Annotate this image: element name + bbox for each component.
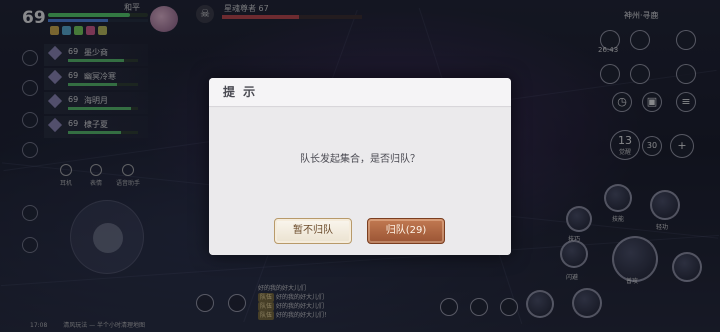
dialog-title: 提 示 — [223, 85, 258, 99]
dialog-header: 提 示 — [209, 78, 511, 107]
return-to-team-button[interactable]: 归队(29) — [367, 218, 445, 244]
dialog-message: 队长发起集合，是否归队？ — [300, 154, 420, 165]
decline-button[interactable]: 暂不归队 — [274, 218, 352, 244]
rally-dialog: 提 示 队长发起集合，是否归队？ 暂不归队 归队(29) — [209, 78, 511, 255]
dialog-body: 队长发起集合，是否归队？ 暂不归队 归队(29) — [209, 108, 511, 255]
